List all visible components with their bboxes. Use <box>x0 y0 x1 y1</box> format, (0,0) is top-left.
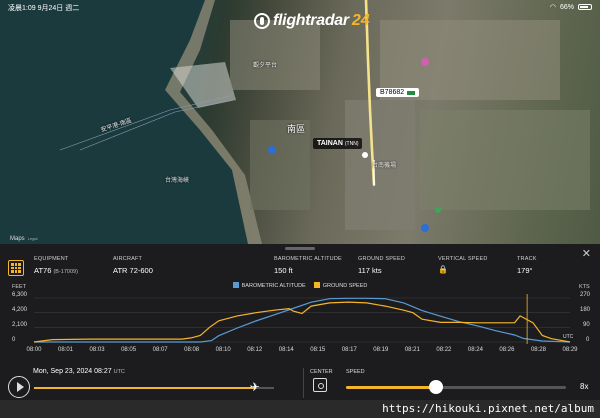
status-right: ◠ 66% <box>550 3 592 11</box>
map-label-airport: 台南機場 <box>372 163 397 169</box>
play-button[interactable] <box>8 376 30 398</box>
status-time: 凌晨1:09 9月24日 週二 <box>8 3 79 13</box>
airport-code: (TNN) <box>344 141 359 147</box>
aircraft-callsign-label[interactable]: B78682 <box>376 88 420 97</box>
timeline-progress <box>34 387 255 389</box>
map-label-poi: 觀夕平台 <box>253 63 278 69</box>
watermark-url: https://hikouki.pixnet.net/album <box>0 400 600 418</box>
wifi-icon: ◠ <box>549 4 556 11</box>
x-tick-label: 08:12 <box>247 347 263 353</box>
status-clock: 凌晨1:09 <box>8 5 36 12</box>
divider <box>303 368 304 398</box>
apple-maps-brand: Maps Legal <box>10 236 37 242</box>
center-label: CENTER <box>310 369 333 375</box>
x-tick-label: 08:05 <box>121 347 137 353</box>
callsign-text: B78682 <box>380 89 405 96</box>
x-tick-label: 08:24 <box>467 347 483 353</box>
x-tick-label: 08:28 <box>530 347 546 353</box>
x-tick-label: 08:15 <box>310 347 326 353</box>
speed-value: 8x <box>580 382 589 391</box>
x-tick-label: 08:26 <box>499 347 515 353</box>
maps-brand-text: Maps <box>10 236 25 242</box>
x-tick-label: 08:14 <box>278 347 294 353</box>
x-tick-label: 08:08 <box>184 347 200 353</box>
x-tick-label: 08:19 <box>373 347 389 353</box>
altitude-series-line <box>34 297 571 343</box>
playback-time: 08:27 <box>94 368 112 375</box>
playback-tz: UTC <box>113 369 125 375</box>
x-tick-label: 08:21 <box>404 347 420 353</box>
center-focus-button[interactable] <box>313 378 327 392</box>
playback-timeline[interactable] <box>34 387 274 389</box>
playback-datetime: Mon, Sep 23, 2024 08:27 UTC <box>33 368 125 375</box>
playback-date: Mon, Sep 23, 2024 <box>33 368 93 375</box>
airport-label[interactable]: TAINAN (TNN) <box>313 138 363 149</box>
x-tick-label: 08:17 <box>341 347 357 353</box>
x-tick-label: 08:10 <box>215 347 231 353</box>
x-tick-label: 08:00 <box>26 347 42 353</box>
x-tick-label: 08:01 <box>58 347 74 353</box>
battery-icon <box>578 4 592 10</box>
logo-word: flightradar <box>273 12 349 29</box>
x-tick-label: 08:03 <box>89 347 105 353</box>
flight-map[interactable]: 凌晨1:09 9月24日 週二 ◠ 66% flightradar 24 B78… <box>0 0 600 244</box>
airline-flag-icon <box>407 90 416 95</box>
speed-slider-fill <box>346 386 437 389</box>
altitude-speed-chart[interactable] <box>0 244 600 364</box>
x-tick-label: 08:07 <box>152 347 168 353</box>
airport-name: TAINAN <box>317 140 343 147</box>
speed-slider[interactable] <box>346 386 566 389</box>
flight-detail-panel: ✕ EQUIPMENT AT76 (B-17009) AIRCRAFT ATR … <box>0 244 600 418</box>
x-tick-label: 08:22 <box>436 347 452 353</box>
city-label: 南區 <box>287 124 306 134</box>
legal-link[interactable]: Legal <box>28 236 38 241</box>
battery-percent: 66% <box>559 3 574 11</box>
ground-speed-series-line <box>33 301 571 343</box>
x-tick-label: 08:29 <box>562 347 578 353</box>
map-label-strait: 台灣海峽 <box>165 178 190 184</box>
status-date: 9月24日 週二 <box>37 5 80 12</box>
flightradar-logo: flightradar 24 <box>254 12 370 30</box>
speed-slider-knob[interactable] <box>429 380 444 394</box>
airplane-scrubber-icon[interactable]: ✈ <box>250 380 260 394</box>
flightradar-logo-icon <box>254 13 270 29</box>
speed-label: SPEED <box>346 369 365 375</box>
logo-number: 24 <box>351 12 370 29</box>
